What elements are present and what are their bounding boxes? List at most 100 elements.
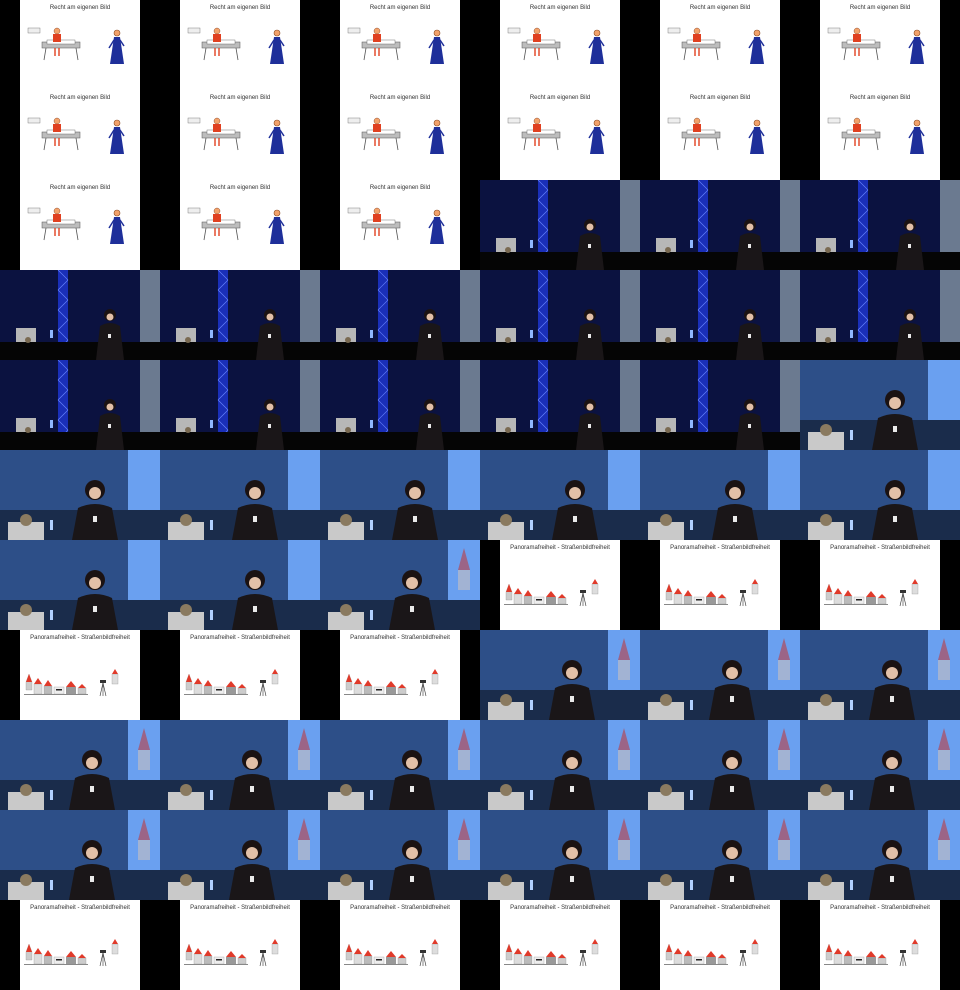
camera-tripod	[899, 579, 919, 607]
thumbnail-recht: Recht am eigenen Bild	[320, 90, 480, 180]
camera-tripod	[579, 939, 599, 967]
house-row	[24, 673, 88, 695]
thumbnail-recht: Recht am eigenen Bild	[0, 180, 160, 270]
thumbnail-closeh	[480, 720, 640, 810]
slide-panorama: Panoramafreiheit - Straßenbildfreiheit	[180, 630, 300, 720]
thumbnail-closeh	[800, 630, 960, 720]
thumbnail-recht: Recht am eigenen Bild	[320, 180, 480, 270]
thumbnail-stage	[640, 360, 800, 450]
slide-illustration	[27, 117, 125, 154]
closeup-photo	[640, 450, 800, 540]
slide-panorama: Panoramafreiheit - Straßenbildfreiheit	[820, 900, 940, 990]
closeup-photo-houses	[320, 540, 480, 630]
slide-recht: Recht am eigenen Bild	[340, 180, 460, 270]
slide-recht: Recht am eigenen Bild	[20, 0, 140, 90]
closeup-photo-houses	[0, 720, 160, 810]
closeup-photo-houses	[640, 720, 800, 810]
thumbnail-recht: Recht am eigenen Bild	[0, 0, 160, 90]
thumbnail-close	[800, 360, 960, 450]
slide-illustration	[344, 669, 439, 697]
thumbnail-closeh	[480, 630, 640, 720]
slide-illustration	[827, 117, 925, 154]
house-row	[504, 583, 568, 605]
slide-illustration	[667, 117, 765, 154]
closeup-photo-houses	[160, 720, 320, 810]
thumbnail-closeh	[160, 810, 320, 900]
thumbnail-panorama: Panoramafreiheit - Straßenbildfreiheit	[160, 900, 320, 990]
thumbnail-panorama: Panoramafreiheit - Straßenbildfreiheit	[480, 900, 640, 990]
closeup-photo	[800, 450, 960, 540]
closeup-photo-houses	[320, 810, 480, 900]
thumbnail-closeh	[320, 810, 480, 900]
thumbnail-stage	[480, 270, 640, 360]
slide-illustration	[664, 579, 759, 607]
closeup-photo-houses	[0, 810, 160, 900]
thumbnail-panorama: Panoramafreiheit - Straßenbildfreiheit	[320, 900, 480, 990]
slide-panorama: Panoramafreiheit - Straßenbildfreiheit	[500, 900, 620, 990]
thumbnail-stage	[0, 270, 160, 360]
camera-tripod	[579, 579, 599, 607]
thumbnail-stage	[640, 180, 800, 270]
slide-illustration	[664, 939, 759, 967]
thumbnail-closeh	[800, 720, 960, 810]
thumbnail-stage	[320, 360, 480, 450]
house-row	[824, 943, 888, 965]
house-row	[344, 673, 408, 695]
slide-recht: Recht am eigenen Bild	[820, 90, 940, 180]
thumbnail-close	[0, 540, 160, 630]
slide-recht: Recht am eigenen Bild	[180, 180, 300, 270]
closeup-photo-houses	[160, 810, 320, 900]
thumbnail-recht: Recht am eigenen Bild	[640, 0, 800, 90]
slide-illustration	[187, 27, 285, 64]
closeup-photo	[0, 540, 160, 630]
house-row	[664, 583, 728, 605]
thumbnail-panorama: Panoramafreiheit - Straßenbildfreiheit	[800, 900, 960, 990]
camera-tripod	[99, 939, 119, 967]
slide-illustration	[184, 939, 279, 967]
camera-tripod	[419, 939, 439, 967]
closeup-photo	[480, 450, 640, 540]
thumbnail-closeh	[640, 810, 800, 900]
thumbnail-recht: Recht am eigenen Bild	[160, 0, 320, 90]
slide-panorama: Panoramafreiheit - Straßenbildfreiheit	[820, 540, 940, 630]
slide-panorama: Panoramafreiheit - Straßenbildfreiheit	[500, 540, 620, 630]
camera-tripod	[419, 669, 439, 697]
slide-recht: Recht am eigenen Bild	[820, 0, 940, 90]
thumbnail-panorama: Panoramafreiheit - Straßenbildfreiheit	[320, 630, 480, 720]
thumbnail-closeh	[640, 630, 800, 720]
thumbnail-recht: Recht am eigenen Bild	[480, 90, 640, 180]
closeup-photo-houses	[480, 630, 640, 720]
slide-panorama: Panoramafreiheit - Straßenbildfreiheit	[180, 900, 300, 990]
closeup-photo-houses	[480, 810, 640, 900]
thumbnail-recht: Recht am eigenen Bild	[320, 0, 480, 90]
stage-photo	[480, 270, 640, 360]
thumbnail-closeh	[800, 810, 960, 900]
thumbnail-stage	[800, 180, 960, 270]
slide-panorama: Panoramafreiheit - Straßenbildfreiheit	[660, 540, 780, 630]
thumbnail-stage	[640, 270, 800, 360]
house-row	[824, 583, 888, 605]
thumbnail-stage	[160, 270, 320, 360]
stage-photo	[640, 360, 800, 450]
thumbnail-panorama: Panoramafreiheit - Straßenbildfreiheit	[160, 630, 320, 720]
closeup-photo-houses	[800, 720, 960, 810]
camera-tripod	[259, 669, 279, 697]
closeup-photo-houses	[480, 720, 640, 810]
closeup-photo-houses	[320, 720, 480, 810]
thumbnail-closeh	[320, 720, 480, 810]
slide-recht: Recht am eigenen Bild	[660, 90, 780, 180]
thumbnail-recht: Recht am eigenen Bild	[800, 0, 960, 90]
closeup-photo-houses	[640, 630, 800, 720]
stage-photo	[0, 360, 160, 450]
thumbnail-closeh	[0, 720, 160, 810]
slide-recht: Recht am eigenen Bild	[20, 90, 140, 180]
thumbnail-close	[0, 450, 160, 540]
closeup-photo	[160, 540, 320, 630]
stage-photo	[640, 270, 800, 360]
house-row	[344, 943, 408, 965]
slide-illustration	[24, 669, 119, 697]
thumbnail-recht: Recht am eigenen Bild	[0, 90, 160, 180]
slide-illustration	[504, 579, 599, 607]
house-row	[24, 943, 88, 965]
slide-panorama: Panoramafreiheit - Straßenbildfreiheit	[660, 900, 780, 990]
